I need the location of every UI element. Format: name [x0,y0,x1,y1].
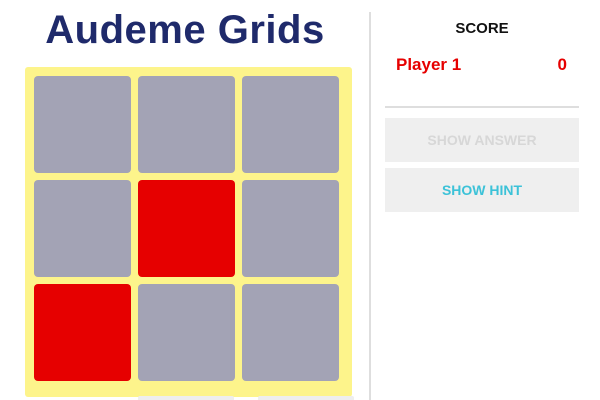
grid-cell-r3-c1[interactable] [34,284,131,381]
panel-divider [369,12,371,400]
show-hint-button[interactable]: SHOW HINT [385,168,579,212]
grid-cell-r1-c1[interactable] [34,76,131,173]
grid-board [25,67,352,397]
grid-cell-r2-c2[interactable] [138,180,235,277]
score-heading: SCORE [455,20,509,37]
grid-cell-r2-c3[interactable] [242,180,339,277]
player-name: Player 1 [396,55,462,74]
show-answer-button[interactable]: SHOW ANSWER [385,118,579,162]
grid-cell-r1-c2[interactable] [138,76,235,173]
grid-cell-r3-c3[interactable] [242,284,339,381]
player-score: 0 [557,55,567,74]
lower-button-left[interactable] [138,396,234,400]
grid-cell-r3-c2[interactable] [138,284,235,381]
score-divider [385,106,579,108]
lower-button-right[interactable] [258,396,354,400]
game-title: Audeme Grids [45,8,325,52]
grid-cell-r1-c3[interactable] [242,76,339,173]
grid-cell-r2-c1[interactable] [34,180,131,277]
